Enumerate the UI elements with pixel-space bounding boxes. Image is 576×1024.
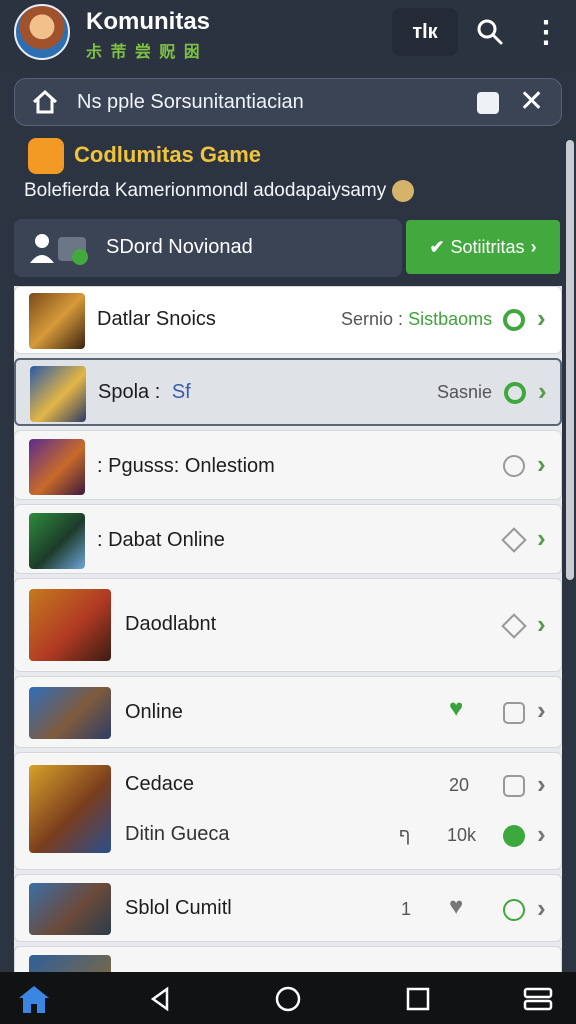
chevron-right-icon: › <box>530 236 537 257</box>
app-subtitle: 尗 芾 尝 贶 囦 <box>86 44 202 61</box>
chevron-right-icon[interactable]: › <box>537 449 546 480</box>
chevron-right-icon[interactable]: › <box>537 769 546 800</box>
game-thumbnail <box>29 293 85 349</box>
list-item-meta: Sernio : Sistbaoms <box>341 309 493 329</box>
chevron-right-icon[interactable]: › <box>537 695 546 726</box>
home-icon <box>19 986 49 1013</box>
list-item[interactable]: Spola : Sf Sasnie › <box>14 358 562 426</box>
list-item-title: : Dabat Online <box>97 529 225 551</box>
status-diamond-icon <box>501 613 527 639</box>
status-square-icon <box>503 775 525 797</box>
chevron-right-icon[interactable]: › <box>537 609 546 640</box>
game-list: Datlar Snoics Sernio : Sistbaoms › Spola… <box>14 286 562 974</box>
list-item[interactable]: Online ♥ › <box>14 676 562 748</box>
chevron-right-icon[interactable]: › <box>537 303 546 334</box>
pin-icon[interactable] <box>477 92 499 114</box>
scrollbar[interactable] <box>566 140 574 580</box>
sort-label: тlк <box>412 20 438 43</box>
list-item-title: : Pgusss: Onlestiom <box>97 455 275 477</box>
join-label: Sotiitritas <box>450 236 525 257</box>
list-item-title: Daodlabnt <box>125 613 217 635</box>
list-item-title: Online <box>125 701 183 723</box>
status-ring-icon <box>503 899 525 921</box>
list-item-meta: Sasnie <box>437 382 493 402</box>
people-icon <box>30 234 88 265</box>
close-icon[interactable]: ✕ <box>519 85 544 119</box>
medal-icon <box>392 180 415 202</box>
back-icon <box>150 986 169 1012</box>
members-label: SDord Novionad <box>106 236 253 258</box>
game-thumbnail <box>29 687 111 739</box>
list-item-title: Sblol Cumitl <box>125 897 232 919</box>
members-box[interactable]: SDord Novionad <box>14 219 402 277</box>
list-item-sub-meta: ף <box>399 825 411 845</box>
list-item[interactable]: : Pgusss: Onlestiom › <box>14 430 562 500</box>
status-ring-icon <box>503 455 525 477</box>
status-square-icon <box>503 702 525 724</box>
nav-menu[interactable] <box>518 982 558 1016</box>
search-icon <box>477 19 503 45</box>
home-circle-icon <box>275 986 301 1012</box>
chevron-right-icon[interactable]: › <box>538 376 547 407</box>
list-item[interactable]: Cedace 20 › Ditin Gueca ף 10k › <box>14 752 562 870</box>
app-title: Komunitas <box>86 8 211 35</box>
list-item-count: 1 <box>401 899 412 919</box>
list-item[interactable]: Datlar Snoics Sernio : Sistbaoms › <box>14 286 562 354</box>
chevron-right-icon[interactable]: › <box>537 523 546 554</box>
avatar[interactable] <box>14 4 70 60</box>
heart-icon[interactable]: ♥ <box>449 695 463 723</box>
list-item-sub-count: 10k <box>447 825 477 845</box>
list-item-title: Spola : Sf <box>98 381 191 403</box>
search-button[interactable] <box>470 8 510 56</box>
community-title: Codlumitas Game <box>74 141 262 167</box>
more-menu-button[interactable]: ⋮ <box>526 8 566 56</box>
top-bar: Komunitas 尗 芾 尝 贶 囦 тlк ⋮ <box>0 0 576 70</box>
list-item[interactable]: : Dabat Online › <box>14 504 562 574</box>
list-item-count: 20 <box>449 775 470 795</box>
community-description-row: Bolefierda Kamerionmondl adodapaiysamy <box>24 180 415 202</box>
game-thumbnail <box>29 765 111 853</box>
cat-icon <box>28 138 64 174</box>
list-item-title: Cedace <box>125 773 194 795</box>
nav-home[interactable] <box>14 982 54 1016</box>
nav-home-circle[interactable] <box>268 982 308 1016</box>
community-description: Bolefierda Kamerionmondl adodapaiysamy <box>24 180 387 202</box>
recents-icon <box>406 987 430 1011</box>
game-thumbnail <box>29 513 85 569</box>
more-vert-icon: ⋮ <box>531 15 561 49</box>
status-ring-icon <box>504 382 526 404</box>
home-icon <box>32 89 58 114</box>
game-thumbnail <box>29 589 111 661</box>
game-thumbnail <box>29 439 85 495</box>
nav-back[interactable] <box>140 982 180 1016</box>
heart-icon[interactable]: ♥ <box>449 893 463 921</box>
chevron-right-icon[interactable]: › <box>537 893 546 924</box>
list-item-subtitle: Ditin Gueca <box>125 823 230 845</box>
status-diamond-icon <box>501 527 527 553</box>
notice-bar[interactable]: Ns pple Sorsunitantiacian ✕ <box>14 78 562 126</box>
game-thumbnail <box>30 366 86 422</box>
community-panel: Ns pple Sorsunitantiacian ✕ Codlumitas G… <box>14 78 562 278</box>
system-nav-bar <box>0 972 576 1024</box>
notice-text: Ns pple Sorsunitantiacian <box>77 91 304 113</box>
list-item[interactable] <box>14 946 562 974</box>
game-thumbnail <box>29 883 111 935</box>
list-item-title: Datlar Snoics <box>97 308 216 330</box>
check-circle-icon <box>503 825 525 847</box>
sort-button[interactable]: тlк <box>392 8 458 56</box>
check-icon: ✔ <box>429 236 445 257</box>
nav-recents[interactable] <box>398 982 438 1016</box>
list-item[interactable]: Sblol Cumitl 1 ♥ › <box>14 874 562 942</box>
join-button[interactable]: ✔ Sotiitritas › <box>406 220 560 274</box>
chevron-right-icon[interactable]: › <box>537 819 546 850</box>
status-ring-icon <box>503 309 525 331</box>
community-title-row: Codlumitas Game <box>28 138 261 174</box>
menu-icon <box>523 987 553 1011</box>
list-item[interactable]: Daodlabnt › <box>14 578 562 672</box>
